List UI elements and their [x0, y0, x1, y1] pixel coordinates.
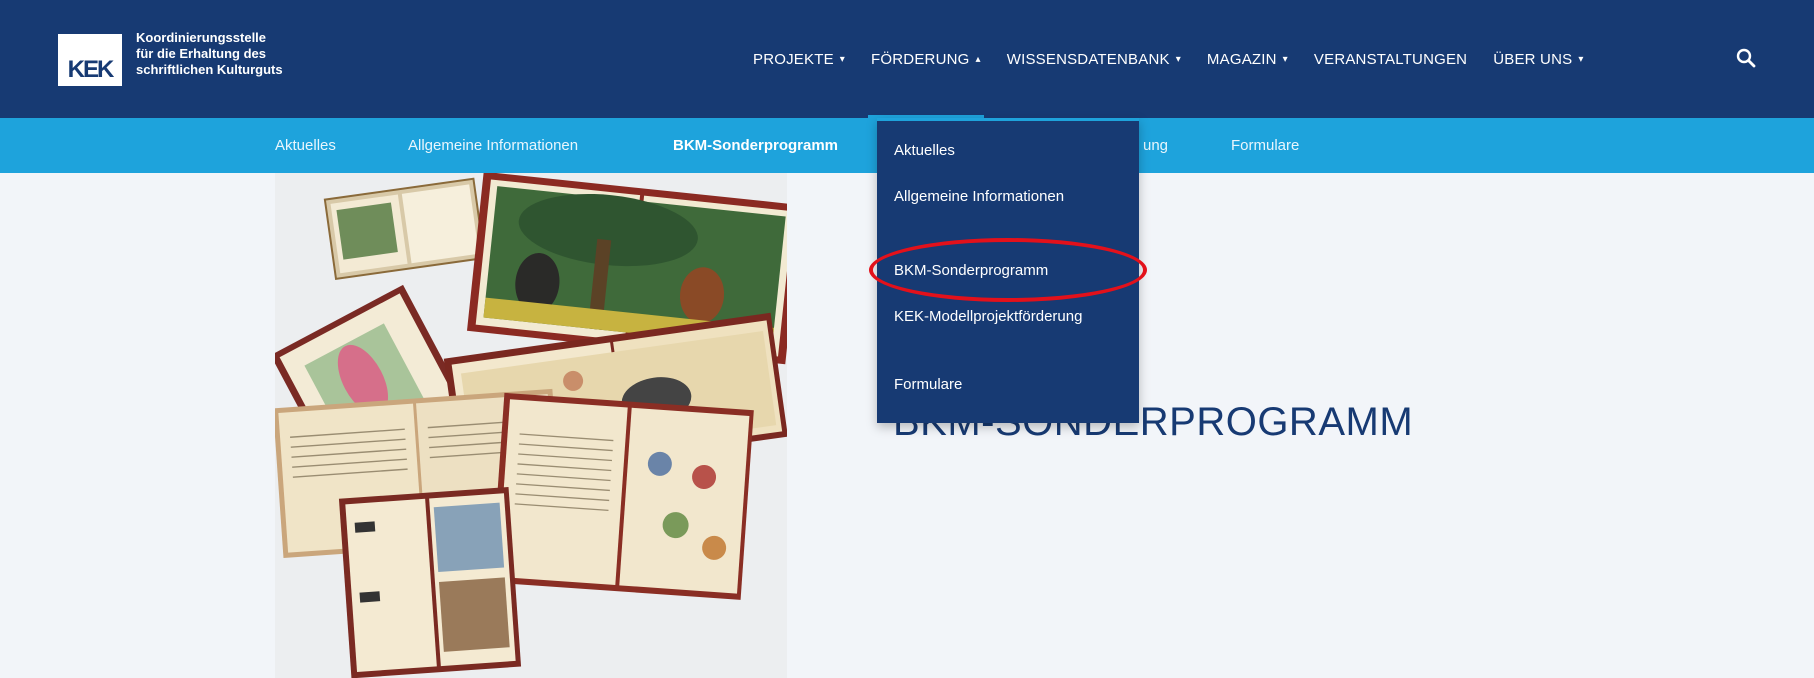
org-name-line-3: schriftlichen Kulturguts: [136, 62, 283, 77]
subnav-item-allgemeine-informationen[interactable]: Allgemeine Informationen: [408, 118, 578, 173]
chevron-down-icon: ▾: [839, 53, 846, 65]
nav-ueber-uns[interactable]: ÜBER UNS ▾: [1480, 0, 1596, 118]
chevron-down-icon: ▾: [1175, 53, 1181, 65]
search-icon[interactable]: [1735, 47, 1757, 69]
nav-projekte-label: PROJEKTE: [753, 50, 834, 68]
org-name[interactable]: Koordinierungsstelle für die Erhaltung d…: [136, 30, 356, 78]
nav-magazin-label: MAGAZIN: [1206, 50, 1277, 68]
subnav-item-formulare[interactable]: Formulare: [1231, 118, 1299, 173]
nav-veranstaltungen-label: VERANSTALTUNGEN: [1313, 50, 1468, 68]
nav-projekte[interactable]: PROJEKTE ▾: [740, 0, 858, 118]
main-nav: PROJEKTE ▾ FÖRDERUNG ▴ WISSENSDATENBANK …: [740, 0, 1597, 118]
dropdown-item-formulare[interactable]: Formulare: [894, 374, 1124, 396]
nav-ueber-uns-label: ÜBER UNS: [1493, 50, 1573, 68]
site-header: KEK Koordinierungsstelle für die Erhaltu…: [0, 0, 1814, 118]
dropdown-item-kek-modellprojektfoerderung[interactable]: KEK-Modellprojektförderung: [894, 306, 1124, 328]
nav-wissensdatenbank[interactable]: WISSENSDATENBANK ▾: [994, 0, 1194, 118]
org-name-line-1: Koordinierungsstelle: [136, 30, 267, 45]
chevron-down-icon: ▾: [1578, 53, 1584, 65]
subnav-item-bkm-sonderprogramm[interactable]: BKM-Sonderprogramm: [673, 118, 838, 173]
nav-magazin[interactable]: MAGAZIN ▾: [1194, 0, 1301, 118]
chevron-up-icon: ▴: [975, 53, 981, 65]
org-name-line-2: für die Erhaltung des: [136, 46, 267, 61]
chevron-down-icon: ▾: [1282, 53, 1288, 65]
nav-foerderung[interactable]: FÖRDERUNG ▴: [858, 0, 994, 118]
dropdown-item-aktuelles[interactable]: Aktuelles: [894, 140, 1124, 162]
nav-foerderung-label: FÖRDERUNG: [871, 50, 970, 68]
nav-veranstaltungen[interactable]: VERANSTALTUNGEN: [1301, 0, 1480, 118]
hero-books-illustration: [275, 173, 787, 678]
highlight-ellipse: [869, 238, 1147, 302]
kek-logo[interactable]: KEK: [58, 34, 122, 86]
nav-wissensdatenbank-label: WISSENSDATENBANK: [1006, 50, 1170, 68]
hero-image: [275, 173, 787, 678]
subnav-item-aktuelles[interactable]: Aktuelles: [275, 118, 336, 173]
dropdown-item-allgemeine-informationen[interactable]: Allgemeine Informationen: [894, 186, 1124, 208]
subnav-item-kek-modellprojektfoerderung[interactable]: ung: [1143, 118, 1168, 173]
